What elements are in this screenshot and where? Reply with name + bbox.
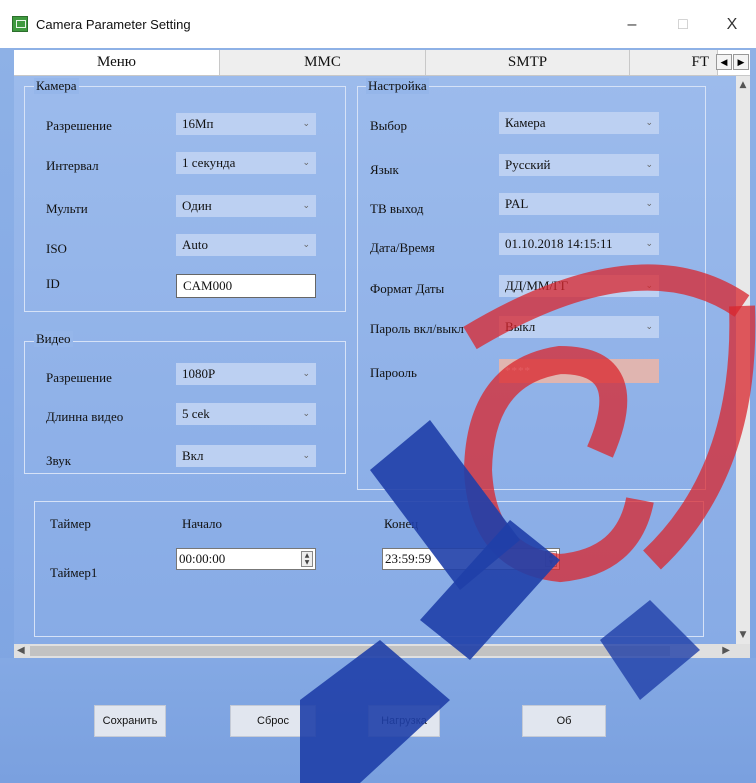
scroll-right-icon[interactable]: ▶ bbox=[722, 644, 730, 658]
multi-select[interactable]: Один ⌄ bbox=[176, 195, 316, 217]
chevron-down-icon: ⌄ bbox=[302, 201, 310, 211]
datetime-value: 01.10.2018 14:15:11 bbox=[505, 236, 613, 251]
tab-strip: Меню MMC SMTP FT bbox=[14, 50, 750, 76]
timer1-start-value: 00:00:00 bbox=[179, 551, 226, 566]
close-button[interactable]: X bbox=[712, 12, 752, 38]
date-format-value: ДД/ММ/ГГ bbox=[505, 278, 569, 293]
datetime-label: Дата/Время bbox=[370, 240, 435, 255]
scroll-left-icon[interactable]: ◀ bbox=[17, 644, 25, 658]
about-button[interactable]: Об bbox=[522, 705, 606, 737]
tab-smtp[interactable]: SMTP bbox=[426, 50, 630, 75]
save-button[interactable]: Сохранить bbox=[94, 705, 166, 737]
menu-tab-content: Камера Разрешение 16Мп ⌄ Интервал 1 секун… bbox=[14, 76, 750, 644]
tv-out-select[interactable]: PAL ⌄ bbox=[499, 193, 659, 215]
iso-label: ISO bbox=[46, 241, 67, 256]
settings-group-label: Настройка bbox=[366, 78, 429, 94]
multi-value: Один bbox=[182, 198, 212, 213]
camera-resolution-value: 16Мп bbox=[182, 116, 214, 131]
language-label: Язык bbox=[370, 162, 399, 177]
sound-label: Звук bbox=[46, 453, 72, 468]
tab-scroll-right-icon[interactable]: ▶ bbox=[733, 54, 749, 70]
camera-group-label: Камера bbox=[34, 78, 79, 94]
tab-mmc[interactable]: MMC bbox=[220, 50, 426, 75]
chevron-down-icon: ⌄ bbox=[645, 118, 653, 128]
password-input[interactable]: **** bbox=[499, 359, 659, 383]
vertical-scrollbar[interactable]: ▲ ▼ bbox=[736, 76, 750, 644]
tv-out-value: PAL bbox=[505, 196, 529, 211]
video-length-label: Длинна видео bbox=[46, 409, 124, 424]
date-format-select[interactable]: ДД/ММ/ГГ ⌄ bbox=[499, 275, 659, 297]
camera-resolution-select[interactable]: 16Мп ⌄ bbox=[176, 113, 316, 135]
timer1-label: Таймер1 bbox=[50, 565, 98, 580]
camera-id-label: ID bbox=[46, 276, 60, 291]
app-camera-icon bbox=[12, 16, 28, 32]
chevron-down-icon: ⌄ bbox=[645, 239, 653, 249]
password-label: Парооль bbox=[370, 365, 417, 380]
timer-header: Таймер bbox=[50, 516, 91, 531]
minimize-button[interactable]: – bbox=[612, 12, 652, 38]
video-resolution-label: Разрешение bbox=[46, 370, 112, 385]
spin-updown-icon[interactable]: ▲ ▼ bbox=[545, 551, 557, 567]
chevron-down-icon: ⌄ bbox=[302, 158, 310, 168]
camera-parameter-window: Camera Parameter Setting – □ X Меню MMC … bbox=[0, 0, 756, 783]
date-format-label: Формат Даты bbox=[370, 281, 445, 296]
timer1-end-value: 23:59:59 bbox=[385, 551, 432, 566]
chevron-down-icon: ⌄ bbox=[645, 160, 653, 170]
mode-select[interactable]: Камера ⌄ bbox=[499, 112, 659, 134]
password-toggle-select[interactable]: Выкл ⌄ bbox=[499, 316, 659, 338]
sound-select[interactable]: Вкл ⌄ bbox=[176, 445, 316, 467]
chevron-down-icon: ⌄ bbox=[302, 409, 310, 419]
iso-value: Auto bbox=[182, 237, 208, 252]
chevron-down-icon: ⌄ bbox=[302, 451, 310, 461]
timer-start-header: Начало bbox=[182, 516, 223, 531]
chevron-down-icon: ⌄ bbox=[302, 240, 310, 250]
datetime-picker[interactable]: 01.10.2018 14:15:11 ⌄ bbox=[499, 233, 659, 255]
reset-button[interactable]: Сброс bbox=[230, 705, 316, 737]
video-resolution-value: 1080P bbox=[182, 366, 216, 381]
chevron-down-icon: ⌄ bbox=[645, 322, 653, 332]
password-toggle-label: Пароль вкл/выкл bbox=[370, 321, 464, 336]
window-title: Camera Parameter Setting bbox=[36, 17, 191, 32]
horizontal-scrollbar[interactable]: ◀ ▶ bbox=[14, 644, 750, 658]
interval-label: Интервал bbox=[46, 158, 99, 173]
video-resolution-select[interactable]: 1080P ⌄ bbox=[176, 363, 316, 385]
mode-value: Камера bbox=[505, 115, 546, 130]
title-bar: Camera Parameter Setting – □ X bbox=[0, 0, 756, 48]
language-value: Русский bbox=[505, 157, 551, 172]
spin-updown-icon[interactable]: ▲ ▼ bbox=[301, 551, 313, 567]
sound-value: Вкл bbox=[182, 448, 204, 463]
timer-end-header: Конец bbox=[384, 516, 419, 531]
scroll-up-icon[interactable]: ▲ bbox=[736, 80, 750, 90]
password-toggle-value: Выкл bbox=[505, 319, 536, 334]
language-select[interactable]: Русский ⌄ bbox=[499, 154, 659, 176]
chevron-down-icon: ⌄ bbox=[302, 119, 310, 129]
horizontal-scroll-thumb[interactable] bbox=[30, 646, 670, 656]
timer1-end-input[interactable]: 23:59:59 ▲ ▼ bbox=[382, 548, 560, 570]
interval-value: 1 секунда bbox=[182, 155, 236, 170]
chevron-down-icon: ⌄ bbox=[645, 281, 653, 291]
video-group-label: Видео bbox=[34, 331, 73, 347]
camera-resolution-label: Разрешение bbox=[46, 118, 112, 133]
iso-select[interactable]: Auto ⌄ bbox=[176, 234, 316, 256]
interval-select[interactable]: 1 секунда ⌄ bbox=[176, 152, 316, 174]
timer-group bbox=[34, 501, 704, 637]
chevron-down-icon: ⌄ bbox=[302, 369, 310, 379]
tv-out-label: ТВ выход bbox=[370, 201, 424, 216]
maximize-button[interactable]: □ bbox=[663, 12, 703, 38]
tab-menu[interactable]: Меню bbox=[14, 50, 220, 75]
camera-id-input[interactable]: CAM000 bbox=[176, 274, 316, 298]
load-button[interactable]: Нагрузка bbox=[368, 705, 440, 737]
timer1-start-input[interactable]: 00:00:00 ▲ ▼ bbox=[176, 548, 316, 570]
multi-label: Мульти bbox=[46, 201, 88, 216]
tab-scroll-left-icon[interactable]: ◀ bbox=[716, 54, 732, 70]
chevron-down-icon: ⌄ bbox=[645, 199, 653, 209]
tab-ftp[interactable]: FT bbox=[630, 50, 718, 75]
scroll-down-icon[interactable]: ▼ bbox=[736, 630, 750, 640]
mode-label: Выбор bbox=[370, 118, 408, 133]
video-length-select[interactable]: 5 cek ⌄ bbox=[176, 403, 316, 425]
video-length-value: 5 cek bbox=[182, 406, 210, 421]
